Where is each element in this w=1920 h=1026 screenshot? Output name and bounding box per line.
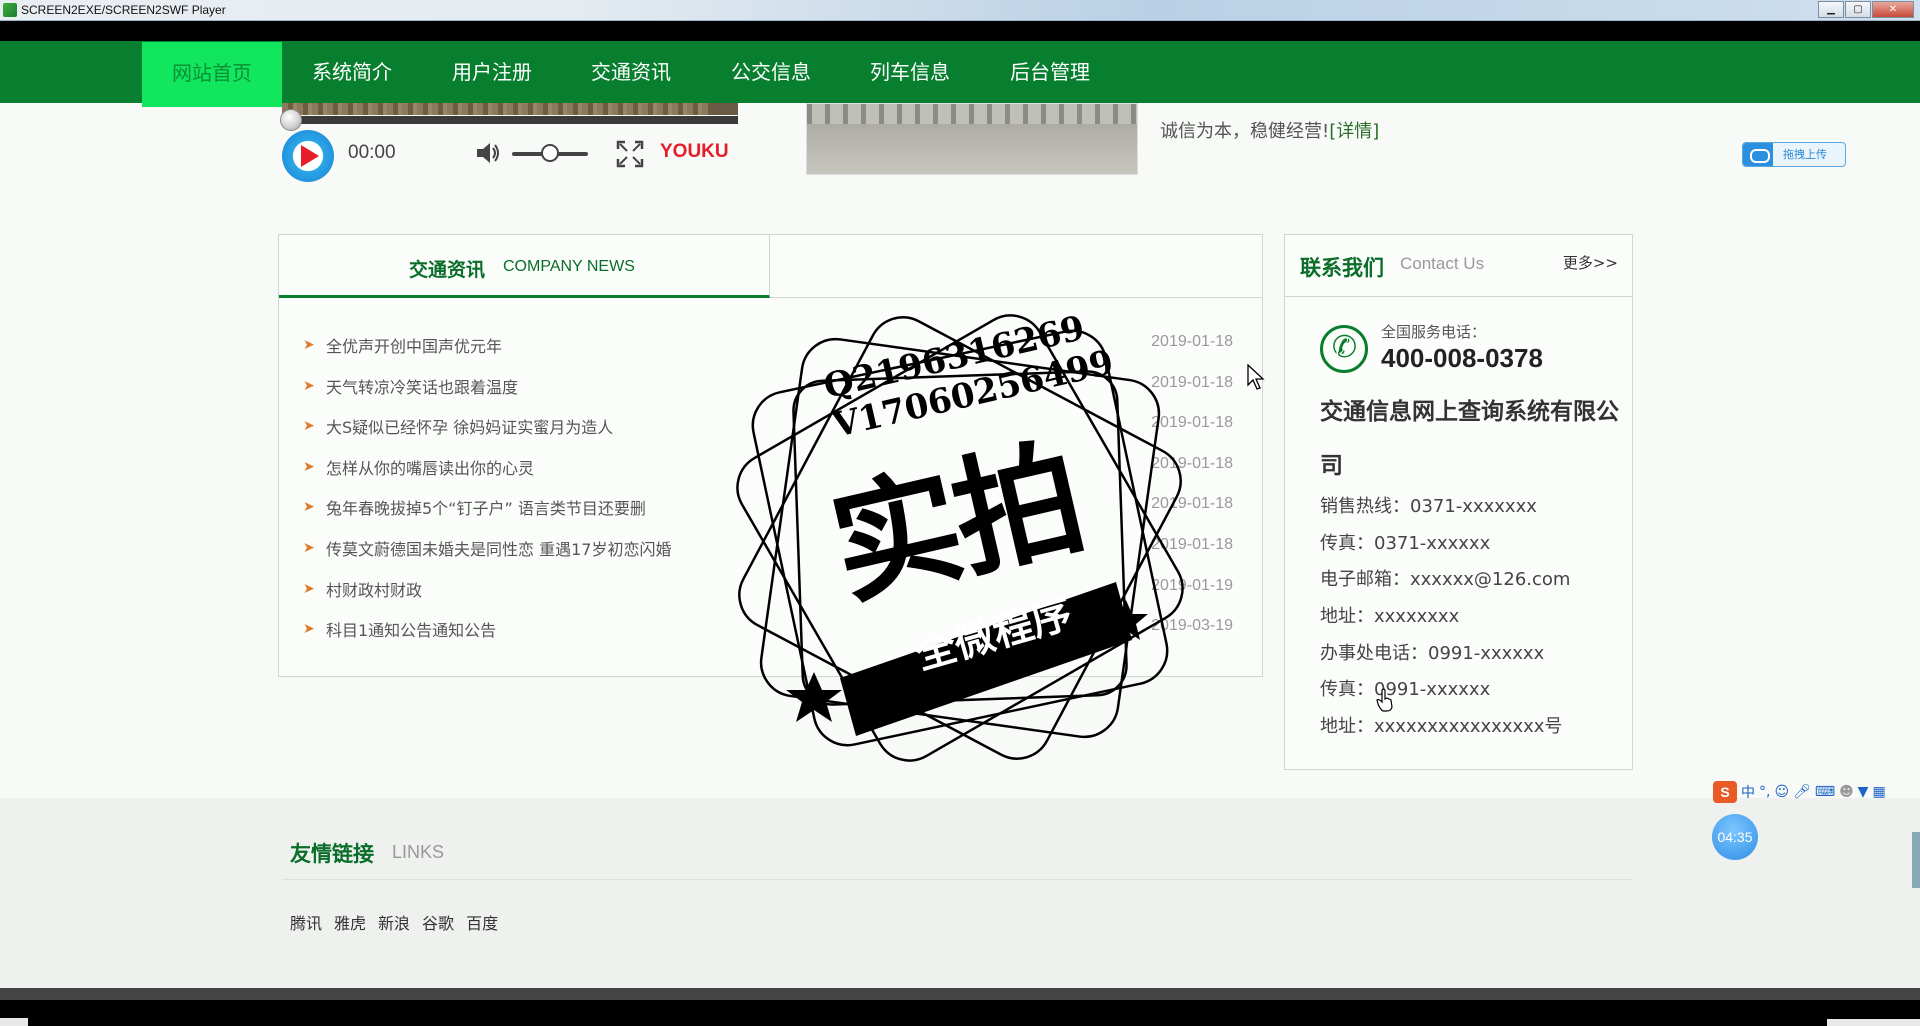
close-button[interactable]: ✕ <box>1872 1 1914 18</box>
arrow-icon: ➤ <box>303 539 315 556</box>
company-name: 交通信息网上查询系统有限公司 <box>1320 399 1619 479</box>
upload-label: 拖拽上传 <box>1783 148 1827 161</box>
user-icon[interactable]: ☻ <box>1839 784 1854 800</box>
mouse-cursor-icon <box>1247 364 1265 390</box>
ime-mode[interactable]: 中 <box>1741 782 1755 802</box>
play-icon[interactable] <box>282 130 334 182</box>
contact-line: 销售热线：0371-xxxxxxx <box>1320 496 1537 517</box>
arrow-icon: ➤ <box>303 621 315 638</box>
video-progress-knob[interactable] <box>280 109 302 131</box>
arrow-icon: ➤ <box>303 458 315 475</box>
contact-panel: 联系我们 Contact Us 更多>> 全国服务电话： 400-008-037… <box>1284 234 1633 770</box>
contact-line: 办事处电话：0991-xxxxxx <box>1320 642 1545 664</box>
news-title[interactable]: 科目1通知公告通知公告 <box>326 617 496 641</box>
ime-toolbar: S 中 °, ☺ 🎤︎ ⌨ ☻ ▼ ▦ <box>1713 781 1920 803</box>
tab-traffic-news[interactable]: 交通资讯 COMPANY NEWS <box>279 235 770 298</box>
intro-text: 诚信为本，稳健经营![详情] <box>1160 117 1379 143</box>
phone-icon <box>1320 325 1368 373</box>
intro-detail-link[interactable]: [详情] <box>1329 121 1379 142</box>
fullscreen-icon[interactable] <box>616 140 644 168</box>
news-title[interactable]: 兔年春晚拔掉5个“钉子户” 语言类节目还要删 <box>326 495 646 519</box>
links-subtitle: LINKS <box>392 842 445 862</box>
intro-motto: 诚信为本，稳健经营! <box>1160 121 1330 142</box>
links-title: 友情链接 <box>290 842 374 866</box>
minimize-button[interactable]: ▁ <box>1818 1 1844 18</box>
news-tab-subtitle: COMPANY NEWS <box>503 258 635 275</box>
news-tab-title: 交通资讯 <box>409 259 486 281</box>
youku-logo: YOUKU <box>660 141 729 162</box>
emoji-icon[interactable]: ☺ <box>1774 784 1789 800</box>
nav-item-admin[interactable]: 后台管理 <box>994 41 1106 103</box>
nav-item-home[interactable]: 网站首页 <box>142 42 282 107</box>
news-title[interactable]: 传莫文蔚德国未婚夫是同性恋 重遇17岁初恋闪婚 <box>326 536 671 560</box>
link-yahoo[interactable]: 雅虎 <box>334 910 366 934</box>
contact-lines: 销售热线：0371-xxxxxxx 传真：0371-xxxxxx 电子邮箱：xx… <box>1320 492 1570 749</box>
arrow-icon: ➤ <box>303 499 315 516</box>
contact-line: 传真：0991-xxxxxx <box>1320 679 1491 701</box>
player-bottom-strip <box>0 1000 1920 1026</box>
news-title[interactable]: 怎样从你的嘴唇读出你的心灵 <box>326 455 534 479</box>
photo-thumbnail <box>806 103 1138 175</box>
volume-icon[interactable] <box>474 140 502 166</box>
mic-icon[interactable]: 🎤︎ <box>1793 784 1811 800</box>
contact-title: 联系我们 <box>1300 256 1384 280</box>
window-controls: ▁ ▢ ✕ <box>1817 1 1914 18</box>
contact-line: 电子邮箱：xxxxxx@126.com <box>1320 569 1571 591</box>
shirt-icon[interactable]: ▼ <box>1858 784 1869 800</box>
video-progress-track[interactable] <box>282 116 738 124</box>
top-border-strip <box>0 21 1920 41</box>
scrollbar-thumb[interactable] <box>1912 832 1920 888</box>
contact-line: 地址：xxxxxxxxxxxxxxxx号 <box>1320 716 1563 738</box>
sogou-logo[interactable]: S <box>1713 781 1737 803</box>
links-list: 腾讯 雅虎 新浪 谷歌 百度 <box>290 910 498 934</box>
player-bottom-bar <box>0 988 1920 1000</box>
ime-punctuation[interactable]: °, <box>1759 784 1770 800</box>
recorder-timer[interactable]: 04:35 <box>1712 814 1758 860</box>
news-tabbar: 交通资讯 COMPANY NEWS <box>279 235 1262 298</box>
player-bottom-corner <box>0 1018 28 1026</box>
nav-item-traffic-news[interactable]: 交通资讯 <box>575 41 687 103</box>
window-title-bar: SCREEN2EXE/SCREEN2SWF Player ▁ ▢ ✕ <box>0 0 1920 21</box>
contact-subtitle: Contact Us <box>1400 254 1485 273</box>
arrow-icon: ➤ <box>303 418 315 435</box>
nav-item-register[interactable]: 用户注册 <box>436 41 548 103</box>
app-icon <box>3 3 17 17</box>
link-tencent[interactable]: 腾讯 <box>290 910 322 934</box>
contact-line: 地址：xxxxxxxx <box>1320 606 1460 628</box>
upload-button[interactable]: 拖拽上传 <box>1742 142 1846 167</box>
video-frame <box>282 103 738 115</box>
news-title[interactable]: 村财政村财政 <box>326 577 422 601</box>
video-time: 00:00 <box>348 142 396 163</box>
service-phone-label: 全国服务电话： <box>1381 323 1487 341</box>
main-nav: 网站首页 系统简介 用户注册 交通资讯 公交信息 列车信息 后台管理 <box>0 41 1920 107</box>
hand-cursor-icon <box>1376 688 1393 712</box>
links-divider <box>282 879 1632 880</box>
window-title: SCREEN2EXE/SCREEN2SWF Player <box>21 3 226 17</box>
service-phone-number: 400-008-0378 <box>1381 343 1543 373</box>
player-bottom-corner-right <box>1827 1019 1920 1026</box>
nav-item-intro[interactable]: 系统简介 <box>296 41 408 103</box>
news-title[interactable]: 全优声开创中国声优元年 <box>326 333 502 357</box>
volume-slider-knob[interactable] <box>541 144 559 162</box>
arrow-icon: ➤ <box>303 337 315 353</box>
keyboard-icon[interactable]: ⌨ <box>1815 784 1835 800</box>
cloud-icon <box>1743 143 1773 166</box>
nav-item-train-info[interactable]: 列车信息 <box>854 41 966 103</box>
grid-icon[interactable]: ▦ <box>1872 784 1885 800</box>
contact-more-link[interactable]: 更多>> <box>1563 252 1618 273</box>
link-sina[interactable]: 新浪 <box>378 910 410 934</box>
link-baidu[interactable]: 百度 <box>466 910 498 934</box>
news-title[interactable]: 大S疑似已经怀孕 徐妈妈证实蜜月为造人 <box>326 414 613 438</box>
contact-line: 传真：0371-xxxxxx <box>1320 532 1491 554</box>
arrow-icon: ➤ <box>303 580 315 597</box>
link-google[interactable]: 谷歌 <box>422 910 454 934</box>
news-title[interactable]: 天气转凉冷笑话也跟着温度 <box>326 374 518 398</box>
contact-header: 联系我们 Contact Us 更多>> <box>1285 235 1632 297</box>
nav-item-bus-info[interactable]: 公交信息 <box>715 41 827 103</box>
maximize-button[interactable]: ▢ <box>1845 1 1871 18</box>
arrow-icon: ➤ <box>303 377 315 394</box>
links-section <box>0 798 1920 988</box>
